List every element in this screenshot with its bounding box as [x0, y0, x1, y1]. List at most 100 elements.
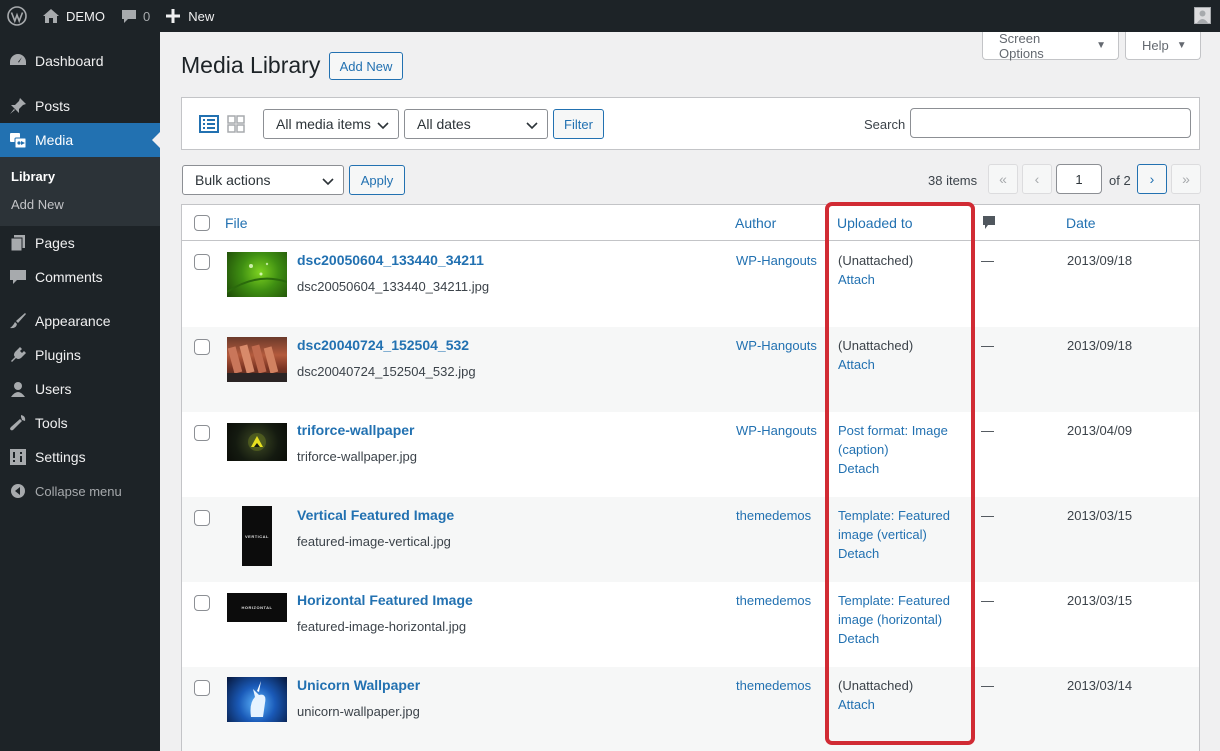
prev-page-button[interactable]: ‹ — [1022, 164, 1052, 194]
comment-count: — — [981, 508, 994, 523]
column-date[interactable]: Date — [1066, 215, 1096, 231]
menu-media[interactable]: Media — [0, 123, 160, 157]
parent-post-link[interactable]: Template: Featured — [838, 591, 968, 610]
bulk-actions-select[interactable]: Bulk actions — [182, 165, 344, 195]
thumbnail-leaf[interactable] — [227, 252, 287, 297]
screen-options-button[interactable]: Screen Options ▼ — [982, 30, 1119, 61]
thumbnail-horizontal[interactable]: HORIZONTAL — [227, 593, 287, 622]
new-label: New — [188, 8, 215, 24]
help-button[interactable]: Help ▼ — [1125, 32, 1201, 60]
parent-post-link[interactable]: Template: Featured — [838, 506, 968, 525]
author-link[interactable]: WP-Hangouts — [736, 338, 817, 353]
detach-link[interactable]: Detach — [838, 459, 968, 478]
uploaded-to-cell: Post format: Image (caption) Detach — [838, 421, 968, 478]
site-name: DEMO — [66, 8, 105, 24]
menu-dashboard[interactable]: Dashboard — [0, 44, 160, 78]
grid-view-icon[interactable] — [226, 114, 246, 134]
settings-sliders-icon — [8, 447, 28, 467]
wordpress-logo-icon[interactable] — [0, 0, 34, 32]
screen-options-label: Screen Options — [999, 30, 1044, 61]
row-checkbox[interactable] — [194, 595, 210, 611]
table-row: HORIZONTAL Horizontal Featured Image fea… — [182, 582, 1199, 667]
media-filter-bar: All media items All dates Filter Search — [181, 97, 1200, 150]
site-name-link[interactable]: DEMO — [34, 0, 113, 32]
table-header: File Author Uploaded to Date — [182, 205, 1199, 241]
plugin-icon — [8, 345, 28, 365]
column-uploaded-to[interactable]: Uploaded to — [837, 215, 913, 231]
author-link[interactable]: themedemos — [736, 593, 811, 608]
attach-link[interactable]: Attach — [838, 355, 968, 374]
unattached-label: (Unattached) — [838, 253, 914, 268]
date-value: 2013/09/18 — [1067, 253, 1133, 268]
media-title-link[interactable]: triforce-wallpaper — [297, 422, 414, 438]
add-new-button[interactable]: Add New — [329, 52, 403, 80]
user-avatar[interactable] — [1194, 7, 1211, 24]
search-input[interactable] — [910, 108, 1191, 138]
attach-link[interactable]: Attach — [838, 695, 968, 714]
thumbnail-grill[interactable] — [227, 337, 287, 382]
menu-posts[interactable]: Posts — [0, 89, 160, 123]
comment-bubble-icon — [983, 216, 995, 229]
menu-tools[interactable]: Tools — [0, 406, 160, 440]
column-file[interactable]: File — [225, 215, 248, 231]
table-row: triforce-wallpaper triforce-wallpaper.jp… — [182, 412, 1199, 497]
menu-comments[interactable]: Comments — [0, 260, 160, 294]
detach-link[interactable]: Detach — [838, 544, 968, 563]
row-checkbox[interactable] — [194, 510, 210, 526]
parent-post-link-cont[interactable]: (caption) — [838, 440, 968, 459]
author-link[interactable]: WP-Hangouts — [736, 423, 817, 438]
row-checkbox[interactable] — [194, 339, 210, 355]
thumbnail-triforce[interactable] — [227, 423, 287, 461]
author-link[interactable]: themedemos — [736, 508, 811, 523]
collapse-menu-button[interactable]: Collapse menu — [0, 474, 160, 508]
last-page-button[interactable]: » — [1171, 164, 1201, 194]
media-icon — [8, 130, 28, 150]
row-checkbox[interactable] — [194, 680, 210, 696]
home-icon — [43, 9, 59, 23]
media-title-link[interactable]: dsc20050604_133440_34211 — [297, 252, 484, 268]
items-count: 38 items — [928, 173, 978, 188]
parent-post-link[interactable]: Post format: Image — [838, 421, 968, 440]
list-view-icon[interactable] — [199, 114, 219, 134]
row-checkbox[interactable] — [194, 254, 210, 270]
admin-bar: DEMO 0 New — [0, 0, 1220, 32]
plus-icon — [166, 9, 181, 23]
menu-plugins[interactable]: Plugins — [0, 338, 160, 372]
menu-pages[interactable]: Pages — [0, 226, 160, 260]
unattached-label: (Unattached) — [838, 338, 914, 353]
menu-appearance[interactable]: Appearance — [0, 304, 160, 338]
date-value: 2013/03/14 — [1067, 678, 1133, 693]
submenu-library[interactable]: Library — [0, 163, 160, 191]
apply-button[interactable]: Apply — [349, 165, 405, 195]
attach-link[interactable]: Attach — [838, 270, 968, 289]
select-all-checkbox[interactable] — [194, 215, 210, 231]
table-row: dsc20040724_152504_532 dsc20040724_15250… — [182, 327, 1199, 412]
media-type-select[interactable]: All media items — [263, 109, 399, 139]
author-link[interactable]: themedemos — [736, 678, 811, 693]
detach-link[interactable]: Detach — [838, 629, 968, 648]
menu-users[interactable]: Users — [0, 372, 160, 406]
thumbnail-unicorn[interactable] — [227, 677, 287, 722]
new-content-link[interactable]: New — [158, 0, 222, 32]
filter-button[interactable]: Filter — [553, 109, 604, 139]
media-title-link[interactable]: dsc20040724_152504_532 — [297, 337, 469, 353]
first-page-button[interactable]: « — [988, 164, 1018, 194]
comments-link[interactable]: 0 — [113, 0, 158, 32]
user-icon — [8, 379, 28, 399]
thumbnail-vertical[interactable]: VERTICAL — [242, 506, 272, 566]
row-checkbox[interactable] — [194, 425, 210, 441]
comment-count: — — [981, 338, 994, 353]
media-title-link[interactable]: Vertical Featured Image — [297, 507, 454, 523]
parent-post-link-cont[interactable]: image (horizontal) — [838, 610, 968, 629]
date-select[interactable]: All dates — [404, 109, 548, 139]
media-title-link[interactable]: Horizontal Featured Image — [297, 592, 473, 608]
wrench-icon — [8, 413, 28, 433]
column-author[interactable]: Author — [735, 215, 776, 231]
menu-settings[interactable]: Settings — [0, 440, 160, 474]
parent-post-link-cont[interactable]: image (vertical) — [838, 525, 968, 544]
author-link[interactable]: WP-Hangouts — [736, 253, 817, 268]
current-page-input[interactable]: 1 — [1056, 164, 1102, 194]
next-page-button[interactable]: › — [1137, 164, 1167, 194]
media-title-link[interactable]: Unicorn Wallpaper — [297, 677, 420, 693]
submenu-add-new[interactable]: Add New — [0, 191, 160, 219]
